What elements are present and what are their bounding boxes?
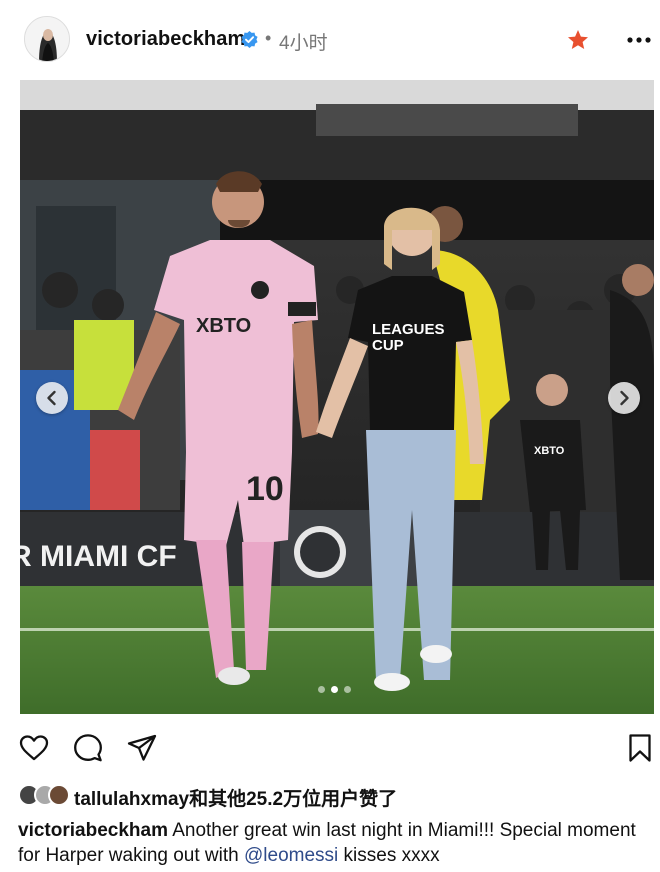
post-caption: victoriabeckham Another great win last n… bbox=[18, 818, 648, 868]
tee-text-line2: CUP bbox=[372, 337, 404, 354]
carousel-pager bbox=[318, 686, 358, 694]
pager-dot bbox=[344, 686, 351, 693]
jersey-sponsor-text: XBTO bbox=[196, 315, 251, 337]
banner-text: R MIAMI CF bbox=[20, 540, 177, 573]
more-options-icon[interactable] bbox=[624, 30, 654, 50]
carousel-prev-button[interactable] bbox=[36, 382, 68, 414]
post-actions bbox=[0, 726, 660, 770]
likes-count-text: 和其他25.2万位用户赞了 bbox=[189, 789, 398, 810]
pager-dot bbox=[318, 686, 325, 693]
caption-tail-text: kisses xxxx bbox=[338, 845, 440, 866]
jersey-number: 10 bbox=[246, 470, 284, 508]
chevron-left-icon bbox=[47, 390, 56, 406]
post-timestamp: 4小时 bbox=[279, 33, 328, 54]
photo-scene: R MIAMI CF XBTO XBTO 10 LEAGUES CUP bbox=[20, 80, 654, 714]
tee-text-line1: LEAGUES bbox=[372, 321, 445, 338]
child-tee-text: XBTO bbox=[534, 445, 565, 457]
star-icon[interactable] bbox=[566, 28, 590, 52]
avatar-portrait bbox=[25, 17, 69, 61]
likes-row: tallulahxmay和其他25.2万位用户赞了 bbox=[18, 784, 658, 811]
caption-username[interactable]: victoriabeckham bbox=[18, 820, 168, 841]
heart-icon[interactable] bbox=[18, 732, 50, 764]
liker-username[interactable]: tallulahxmay bbox=[74, 789, 189, 810]
author-username[interactable]: victoriabeckham bbox=[86, 28, 245, 51]
post-header: victoriabeckham • 4小时 bbox=[0, 0, 660, 80]
pager-dot-active bbox=[331, 686, 338, 693]
post-photo[interactable]: R MIAMI CF XBTO XBTO 10 LEAGUES CUP bbox=[20, 80, 654, 714]
verified-badge-icon bbox=[241, 30, 258, 49]
author-avatar[interactable] bbox=[24, 16, 70, 62]
time-separator: • bbox=[265, 28, 272, 48]
liker-avatar[interactable] bbox=[48, 784, 70, 806]
bookmark-icon[interactable] bbox=[624, 732, 656, 764]
comment-bubble-icon[interactable] bbox=[72, 732, 104, 764]
likes-summary[interactable]: tallulahxmay和其他25.2万位用户赞了 bbox=[74, 784, 397, 811]
carousel-next-button[interactable] bbox=[608, 382, 640, 414]
chevron-right-icon bbox=[620, 390, 629, 406]
caption-mention-link[interactable]: @leomessi bbox=[244, 845, 338, 866]
paper-plane-icon[interactable] bbox=[126, 732, 158, 764]
